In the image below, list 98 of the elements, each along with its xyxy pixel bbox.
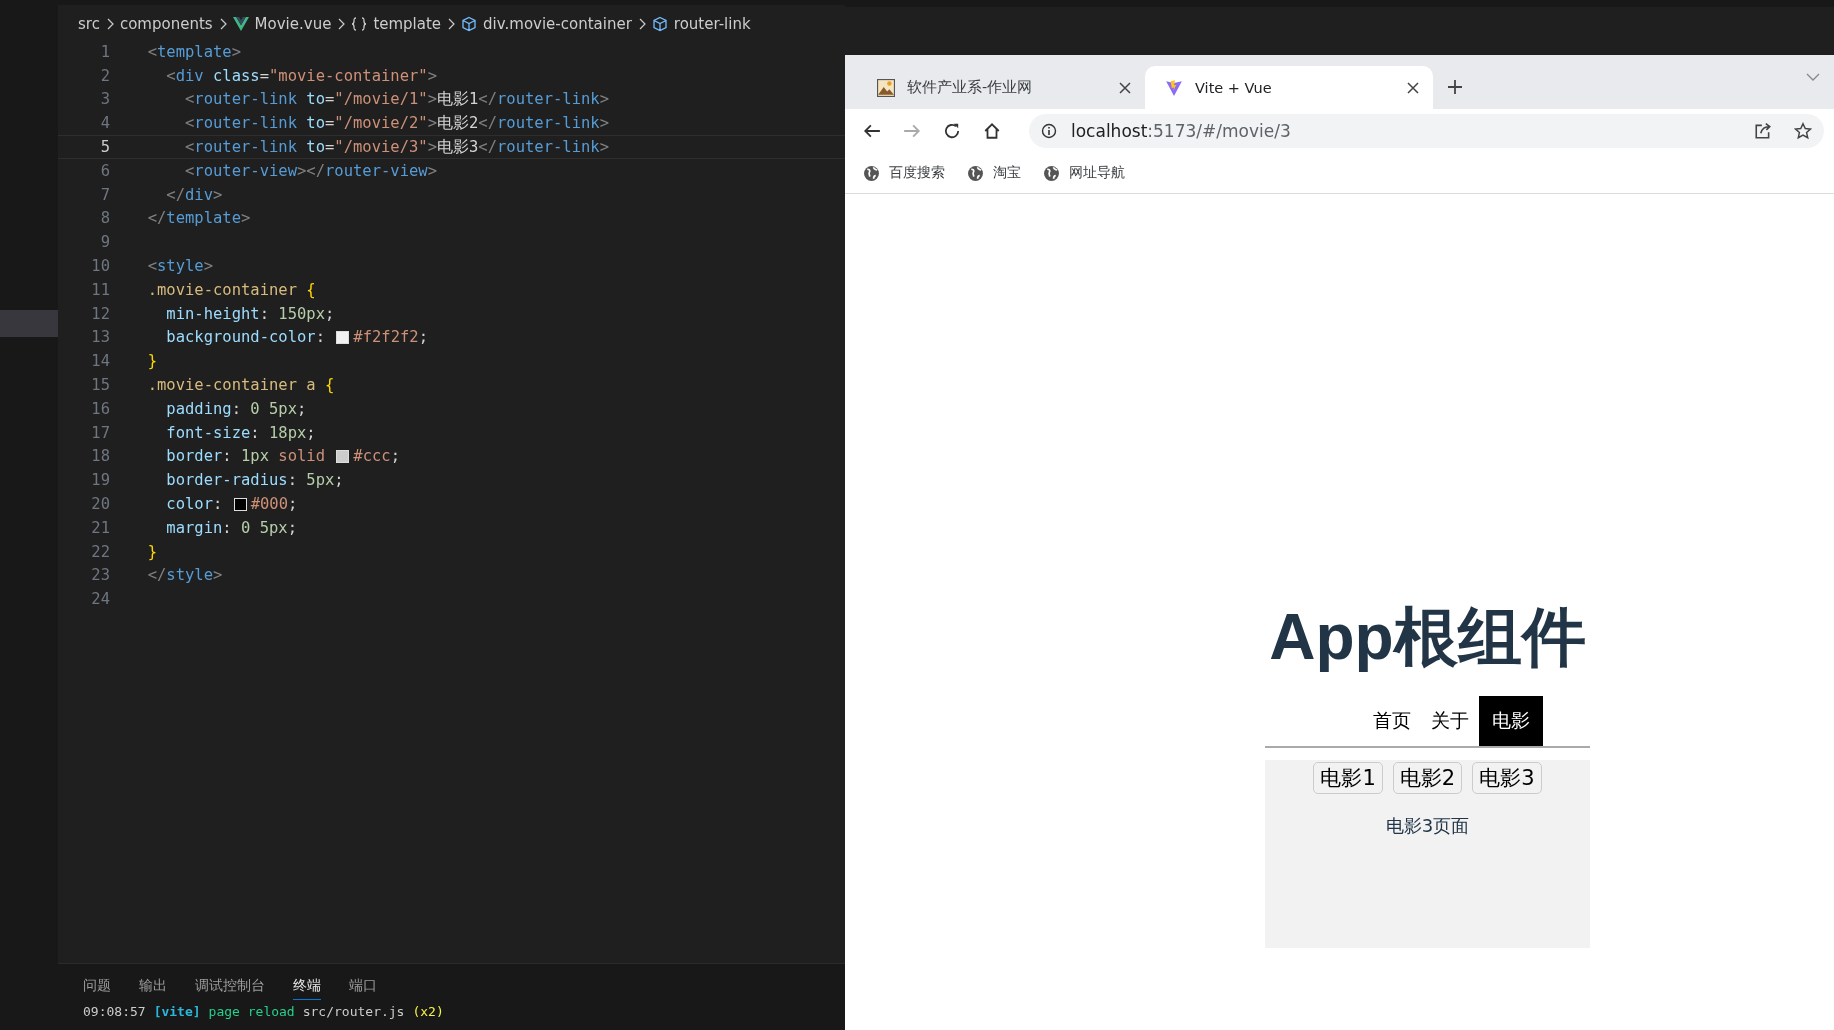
line-number: 15	[90, 376, 111, 395]
page-heading: App根组件	[1268, 600, 1587, 675]
breadcrumb-item[interactable]: div.movie-container	[483, 14, 632, 33]
movie-link[interactable]: 电影2	[1392, 762, 1463, 795]
line-number: 14	[90, 352, 111, 371]
breadcrumb-item[interactable]: router-link	[673, 14, 751, 33]
line-number: 16	[90, 399, 111, 418]
line-number: 9	[99, 233, 111, 252]
code-line: <router-view></router-view>	[184, 161, 437, 180]
line-number: 20	[90, 495, 111, 514]
breadcrumb-item[interactable]: components	[119, 14, 213, 33]
activity-item-highlight[interactable]	[0, 310, 58, 337]
line-number: 18	[90, 447, 111, 466]
line-number: 7	[99, 185, 111, 204]
home-icon	[983, 122, 1001, 140]
code-line: </template>	[146, 209, 251, 228]
line-number: 3	[99, 90, 111, 109]
line-number: 11	[90, 280, 111, 299]
chevron-icon	[337, 17, 346, 30]
code-line: color: #000;	[165, 495, 298, 514]
forward-icon	[903, 122, 921, 140]
code-line: <router-link to="/movie/1">电影1</router-link>	[184, 89, 609, 110]
landscape-icon	[877, 78, 895, 97]
code-line: </style>	[146, 566, 223, 585]
code-line: </div>	[165, 185, 223, 204]
share-icon	[1754, 122, 1772, 140]
vite-logo-icon	[1165, 78, 1183, 97]
reload-icon	[943, 122, 961, 140]
nav-link[interactable]: 关于	[1420, 696, 1479, 747]
back-icon	[863, 122, 881, 140]
globe-icon	[1043, 164, 1060, 182]
new-tab-icon	[1447, 79, 1463, 95]
line-number: 5	[99, 138, 111, 157]
address-bar[interactable]: localhost:5173/#/movie/3	[1029, 114, 1824, 148]
chevron-down-icon	[1806, 73, 1820, 81]
browser-tab[interactable]: Vite + Vue	[1145, 66, 1433, 109]
close-icon	[1119, 81, 1131, 94]
code-line: <style>	[146, 257, 213, 276]
globe-icon	[967, 164, 984, 182]
code-line: border: 1px solid #ccc;	[165, 447, 400, 466]
code-line: padding: 0 5px;	[165, 399, 307, 418]
movie-link[interactable]: 电影1	[1313, 762, 1383, 795]
line-number: 2	[99, 66, 111, 85]
chevron-icon	[637, 17, 646, 30]
line-number: 1	[99, 42, 111, 61]
chevron-icon	[218, 17, 227, 30]
nav-link[interactable]: 首页	[1362, 696, 1421, 747]
breadcrumb-item[interactable]: src	[78, 14, 100, 33]
code-line: <div class="movie-container">	[165, 66, 437, 85]
cube-icon	[651, 15, 668, 32]
bookmark[interactable]: 百度搜索	[863, 164, 945, 182]
nav-link[interactable]: 电影	[1478, 696, 1543, 747]
braces-icon	[351, 16, 368, 31]
line-number: 13	[90, 328, 111, 347]
bookmark[interactable]: 淘宝	[967, 164, 1021, 182]
line-number: 17	[90, 423, 111, 442]
bookmark[interactable]: 网址导航	[1043, 164, 1125, 182]
line-number: 6	[99, 161, 111, 180]
code-line: margin: 0 5px;	[165, 518, 297, 537]
terminal-output: 09:08:57 [vite] page reload src/router.js (x2)	[82, 1003, 445, 1019]
code-line: }	[146, 542, 157, 561]
code-line: }	[146, 352, 157, 371]
code-line: <router-link to="/movie/3">电影3</router-link>	[184, 136, 609, 158]
code-line: .movie-container {	[146, 280, 316, 299]
movie-page-text: 电影3页面	[1384, 814, 1471, 839]
breadcrumb-item[interactable]: Movie.vue	[254, 14, 332, 33]
line-number: 21	[90, 518, 111, 537]
breadcrumb-item[interactable]: template	[373, 14, 442, 33]
code-line: .movie-container a {	[146, 376, 335, 395]
globe-icon	[863, 164, 880, 182]
line-number: 4	[99, 114, 111, 133]
line-number: 23	[90, 566, 111, 585]
panel-tab[interactable]: 调试控制台	[195, 977, 265, 1000]
panel-tab[interactable]: 端口	[349, 977, 377, 1000]
line-number: 22	[90, 542, 111, 561]
movie-link[interactable]: 电影3	[1472, 762, 1542, 795]
code-line: background-color: #f2f2f2;	[165, 328, 428, 347]
line-number: 10	[90, 257, 111, 276]
panel-tab[interactable]: 终端	[293, 977, 321, 1000]
code-line: <router-link to="/movie/2">电影2</router-link>	[184, 112, 609, 134]
panel-tab[interactable]: 输出	[139, 977, 167, 1000]
panel-tab[interactable]: 问题	[83, 977, 111, 1000]
line-number: 24	[90, 590, 111, 609]
vue-logo-icon	[232, 16, 249, 31]
close-icon	[1407, 81, 1419, 94]
chevron-icon	[447, 17, 456, 30]
line-number: 8	[99, 209, 111, 228]
cube-icon	[461, 15, 478, 32]
chevron-icon	[105, 17, 114, 30]
code-line: border-radius: 5px;	[165, 471, 344, 490]
info-icon	[1041, 123, 1057, 139]
star-icon	[1794, 122, 1812, 140]
line-number: 19	[90, 471, 111, 490]
code-line: min-height: 150px;	[165, 304, 335, 323]
line-number: 12	[90, 304, 111, 323]
code-line: <template>	[146, 42, 241, 61]
code-line: font-size: 18px;	[165, 423, 316, 442]
browser-tab[interactable]: 软件产业系-作业网	[857, 66, 1145, 109]
